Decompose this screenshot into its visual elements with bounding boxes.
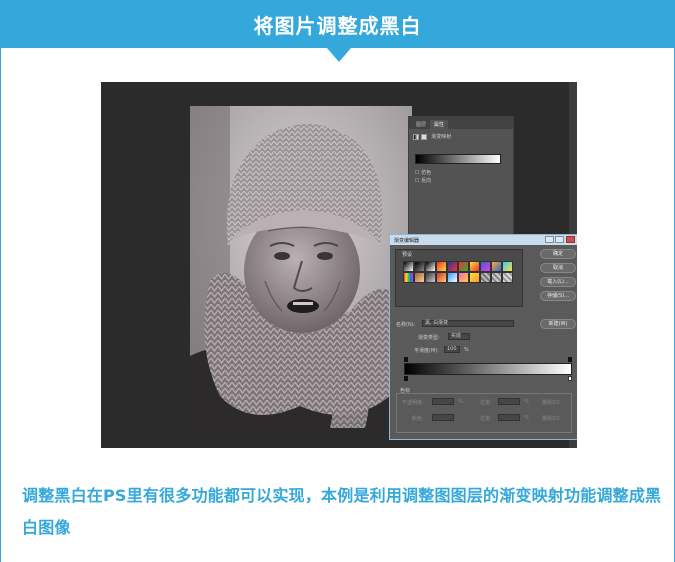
color-location-label: 位置: (480, 416, 492, 422)
preset-swatch[interactable] (425, 272, 436, 283)
reverse-label: 反向 (421, 178, 432, 184)
minimize-icon[interactable] (545, 236, 554, 243)
tab-layers[interactable]: 图层 (412, 120, 430, 129)
dither-label: 仿色 (421, 170, 432, 176)
preset-swatch[interactable] (425, 261, 436, 272)
preset-swatch[interactable] (458, 261, 469, 272)
preset-swatch[interactable] (480, 272, 491, 283)
mask-icon (420, 133, 427, 140)
reverse-checkbox[interactable]: ☐ 反向 (415, 177, 431, 184)
preset-swatches (403, 261, 515, 283)
preset-swatch[interactable] (436, 272, 447, 283)
tab-properties[interactable]: 属性 (430, 120, 449, 129)
banner-arrow (327, 48, 351, 62)
smoothness-label: 平滑度(M): (414, 348, 439, 354)
bw-portrait-photo (190, 106, 412, 428)
cancel-button[interactable]: 取消 (540, 263, 576, 273)
preset-swatch[interactable] (491, 261, 502, 272)
preset-swatch[interactable] (491, 272, 502, 283)
dialog-title: 渐变编辑器 (394, 238, 420, 244)
save-button[interactable]: 存储(S)... (540, 291, 576, 301)
opacity-unit: % (458, 399, 463, 405)
opacity-label: 不透明度: (402, 400, 424, 406)
name-input[interactable]: 黑, 白渐变 (422, 320, 514, 327)
preset-swatch[interactable] (502, 261, 513, 272)
name-label: 名称(N): (396, 322, 416, 328)
smoothness-unit: % (464, 347, 469, 353)
preset-swatch[interactable] (414, 261, 425, 272)
opacity-stop-left[interactable] (404, 357, 408, 362)
preset-swatch[interactable] (458, 272, 469, 283)
close-icon[interactable] (566, 236, 575, 243)
gradient-map-icon (413, 133, 419, 140)
gradient-editor-dialog: 渐变编辑器 预设 确定 取消 载入(L)... 存储(S)... 新建(W) 名… (389, 234, 577, 440)
opacity-delete-button[interactable]: 删除(D) (542, 399, 560, 406)
opacity-location-unit: % (524, 399, 529, 405)
opacity-location-input[interactable] (498, 398, 520, 405)
maximize-icon[interactable] (555, 236, 564, 243)
preset-swatch[interactable] (447, 272, 458, 283)
photoshop-screenshot: 图层 属性 渐变映射 ☐ 仿色 ☐ 反向 渐变编辑器 预设 确定 取消 载入(L… (101, 82, 577, 448)
color-stop-white[interactable] (568, 376, 572, 381)
preset-swatch[interactable] (447, 261, 458, 272)
type-select[interactable]: 实底 (448, 333, 470, 340)
load-button[interactable]: 载入(L)... (540, 277, 576, 287)
preset-swatch[interactable] (469, 261, 480, 272)
opacity-input[interactable] (432, 398, 454, 405)
description-text: 调整黑白在PS里有很多功能都可以实现，本例是利用调整图图层的渐变映射功能调整成黑… (22, 486, 662, 537)
color-swatch[interactable] (432, 414, 454, 421)
presets-label: 预设 (402, 252, 413, 258)
gradient-map-preview[interactable] (415, 154, 501, 164)
gradient-bar[interactable] (404, 363, 572, 375)
opacity-location-label: 位置: (480, 400, 492, 406)
preset-swatch[interactable] (403, 261, 414, 272)
preset-swatch[interactable] (403, 272, 414, 283)
new-button[interactable]: 新建(W) (540, 319, 576, 329)
header-banner: 将图片调整成黑白 (0, 0, 675, 48)
dither-checkbox[interactable]: ☐ 仿色 (415, 169, 431, 176)
smoothness-input[interactable]: 100 (444, 346, 460, 353)
color-stop-black[interactable] (404, 376, 408, 381)
page-title: 将图片调整成黑白 (253, 14, 422, 38)
color-label: 颜色: (412, 416, 424, 422)
type-label: 渐变类型: (418, 335, 440, 341)
preset-swatch[interactable] (480, 261, 491, 272)
opacity-stop-right[interactable] (568, 357, 572, 362)
preset-swatch[interactable] (414, 272, 425, 283)
color-location-unit: % (524, 415, 529, 421)
color-delete-button[interactable]: 删除(D) (542, 415, 560, 422)
preset-swatch[interactable] (502, 272, 513, 283)
left-frame-line (0, 48, 1, 562)
preset-swatch[interactable] (469, 272, 480, 283)
properties-row-label: 渐变映射 (431, 134, 452, 140)
ok-button[interactable]: 确定 (540, 249, 576, 259)
color-location-input[interactable] (498, 414, 520, 421)
preset-swatch[interactable] (436, 261, 447, 272)
